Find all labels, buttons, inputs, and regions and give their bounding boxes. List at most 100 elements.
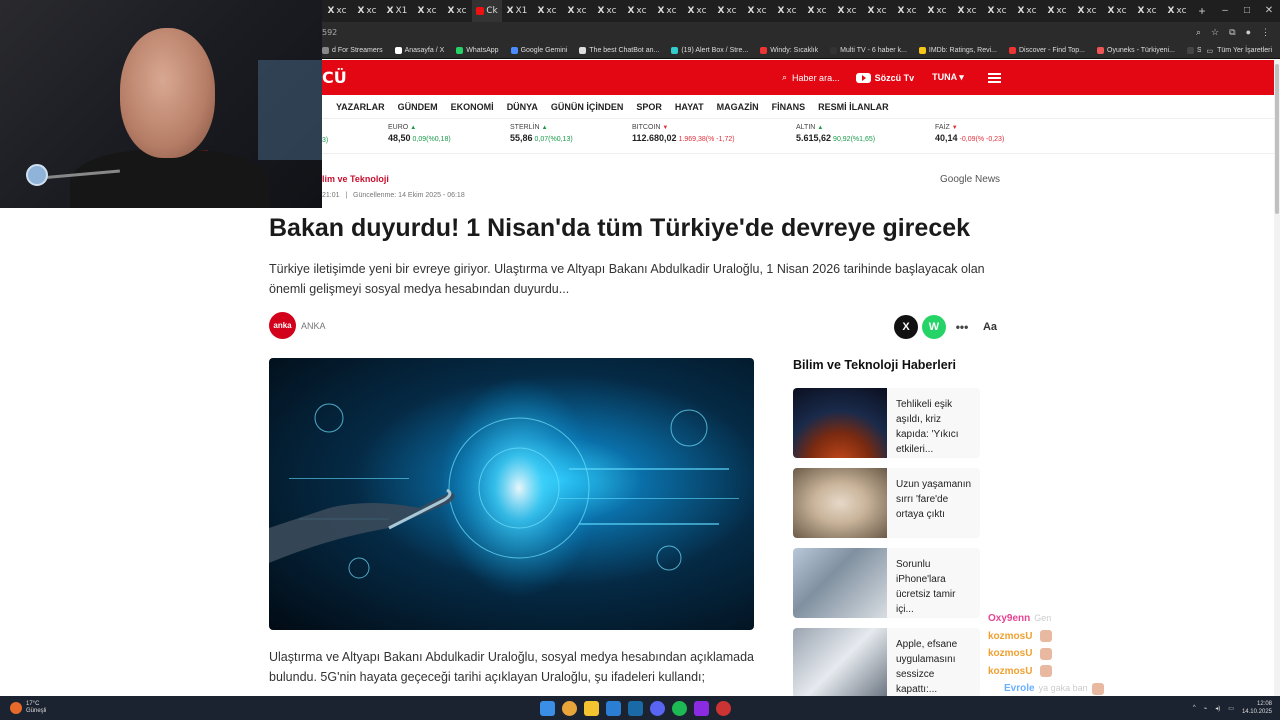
- x-share-icon[interactable]: X: [894, 315, 918, 339]
- user-menu[interactable]: TUNA ▾: [932, 72, 964, 83]
- ticker-item[interactable]: EURO ▲ 48,50 0,09(%0,18): [388, 124, 451, 143]
- site-logo[interactable]: CÜ: [322, 68, 782, 87]
- browser-tab[interactable]: Xxc: [772, 0, 802, 22]
- windows-start-icon[interactable]: [540, 700, 555, 716]
- edge-icon[interactable]: [606, 700, 621, 716]
- clock[interactable]: 12:08 14.10.2025: [1242, 700, 1272, 716]
- browser-tab[interactable]: Xxc: [592, 0, 622, 22]
- spotify-icon[interactable]: [672, 700, 687, 716]
- bookmark-item[interactable]: Oyuneks - Türkiyeni...: [1097, 46, 1175, 54]
- url-text[interactable]: 592: [322, 28, 1196, 37]
- battery-icon[interactable]: ▭: [1228, 705, 1234, 712]
- steam-icon[interactable]: [628, 700, 643, 716]
- bookmark-item[interactable]: Anasayfa / X: [394, 46, 444, 54]
- tray-chevron-icon[interactable]: ^: [1193, 705, 1196, 711]
- zoom-icon[interactable]: ⌕: [1196, 27, 1201, 38]
- browser-tab[interactable]: Xxc: [1042, 0, 1072, 22]
- browser-tab[interactable]: Xxc: [652, 0, 682, 22]
- sidebar-news-card[interactable]: Apple, efsane uygulamasını sessizce kapa…: [793, 628, 980, 698]
- speaker-icon[interactable]: ◂): [1215, 705, 1220, 712]
- browser-tab[interactable]: Xxc: [1162, 0, 1192, 22]
- nav-item[interactable]: DÜNYA: [507, 102, 538, 112]
- browser-tab[interactable]: Xxc: [982, 0, 1012, 22]
- network-icon[interactable]: ⌁: [1204, 705, 1208, 712]
- bookmark-item[interactable]: WhatsApp: [456, 46, 499, 54]
- nav-item[interactable]: RESMİ İLANLAR: [818, 102, 889, 112]
- ticker-item[interactable]: ALTIN ▲ 5.615,62 90,92(%1,65): [796, 124, 875, 143]
- scrollbar-thumb[interactable]: [1275, 64, 1279, 214]
- nav-item[interactable]: EKONOMİ: [451, 102, 494, 112]
- browser-tab[interactable]: Xxc: [412, 0, 442, 22]
- page-scrollbar[interactable]: [1274, 60, 1280, 696]
- search-button[interactable]: ⌕ Haber ara...: [782, 72, 840, 83]
- browser-tab[interactable]: Xxc: [532, 0, 562, 22]
- browser-tab[interactable]: Xxc: [352, 0, 382, 22]
- more-share-icon[interactable]: •••: [950, 315, 974, 339]
- bookmark-item[interactable]: IMDb: Ratings, Revi...: [918, 46, 997, 54]
- bookmark-item[interactable]: Windy: Sıcaklık: [760, 46, 818, 54]
- ticker-item[interactable]: STERLİN ▲ 55,86 0,07(%0,13): [510, 124, 573, 143]
- minimize-icon[interactable]: –: [1214, 0, 1236, 22]
- browser-tab[interactable]: Xxc: [832, 0, 862, 22]
- browser-tab[interactable]: Xxc: [712, 0, 742, 22]
- font-size-icon[interactable]: Aa: [978, 315, 1002, 339]
- browser-tab[interactable]: Xxc: [622, 0, 652, 22]
- bookmark-item[interactable]: d For Streamers: [322, 46, 383, 54]
- browser-tab[interactable]: Xxc: [862, 0, 892, 22]
- author-block[interactable]: anka ANKA: [269, 312, 326, 339]
- chrome-icon[interactable]: [562, 700, 577, 716]
- new-tab-button[interactable]: +: [1192, 4, 1212, 18]
- browser-tab[interactable]: Xxc: [682, 0, 712, 22]
- nav-item[interactable]: MAGAZİN: [717, 102, 759, 112]
- extensions-icon[interactable]: ⧉: [1229, 27, 1235, 38]
- nav-item[interactable]: GÜNDEM: [398, 102, 438, 112]
- discord-icon[interactable]: [650, 700, 665, 716]
- browser-tab[interactable]: Xxc: [1132, 0, 1162, 22]
- browser-tab[interactable]: Xxc: [1012, 0, 1042, 22]
- nav-item[interactable]: HAYAT: [675, 102, 704, 112]
- browser-tab[interactable]: Xxc: [802, 0, 832, 22]
- sozcu-tv-link[interactable]: Sözcü Tv: [855, 72, 914, 83]
- category-breadcrumb[interactable]: lim ve Teknoloji: [322, 174, 389, 184]
- ticker-item[interactable]: BITCOIN ▼ 112.680,02 1.969,38(% -1,72): [632, 124, 735, 143]
- ticker-item[interactable]: FAİZ ▼ 40,14 -0,09(% -0,23): [935, 124, 1004, 143]
- nav-item[interactable]: GÜNÜN İÇİNDEN: [551, 102, 624, 112]
- bookmark-item[interactable]: Multi TV - 6 haber k...: [830, 46, 907, 54]
- app-icon[interactable]: [694, 700, 709, 716]
- hamburger-menu-icon[interactable]: [987, 72, 1001, 83]
- browser-tab[interactable]: Xxc: [1102, 0, 1132, 22]
- browser-tab[interactable]: Xxc: [562, 0, 592, 22]
- menu-dots-icon[interactable]: ⋮: [1261, 27, 1270, 38]
- browser-tab[interactable]: X X1: [382, 0, 412, 22]
- browser-tab[interactable]: Xxc: [742, 0, 772, 22]
- browser-tab[interactable]: Xxc: [442, 0, 472, 22]
- google-news-link[interactable]: Google News: [940, 174, 1000, 185]
- all-bookmarks[interactable]: ▭ Tüm Yer İşaretleri: [1200, 42, 1272, 58]
- browser-tab[interactable]: X X1: [502, 0, 532, 22]
- browser-tab[interactable]: Xxc: [892, 0, 922, 22]
- bookmark-item[interactable]: The best ChatBot an...: [579, 46, 659, 54]
- profile-icon[interactable]: ●: [1246, 27, 1251, 38]
- browser-tab[interactable]: Xxc: [922, 0, 952, 22]
- settings-gear-icon[interactable]: [716, 700, 731, 716]
- nav-item[interactable]: FİNANS: [772, 102, 806, 112]
- weather-widget[interactable]: 17°C Güneşli: [0, 701, 540, 715]
- maximize-icon[interactable]: □: [1236, 0, 1258, 22]
- file-explorer-icon[interactable]: [584, 700, 599, 716]
- browser-tab[interactable]: Xxc: [1072, 0, 1102, 22]
- bookmark-item[interactable]: (19) Alert Box / Stre...: [671, 46, 748, 54]
- sidebar-news-card[interactable]: Tehlikeli eşik aşıldı, kriz kapıda: 'Yık…: [793, 388, 980, 458]
- bookmark-item[interactable]: Discover - Find Top...: [1008, 46, 1085, 54]
- sidebar-news-card[interactable]: Sorunlu iPhone'lara ücretsiz tamir içi..…: [793, 548, 980, 618]
- nav-item[interactable]: SPOR: [636, 102, 662, 112]
- nav-item[interactable]: YAZARLAR: [336, 102, 385, 112]
- browser-tab[interactable]: Ck: [472, 0, 502, 22]
- sidebar-news-card[interactable]: Uzun yaşamanın sırrı 'fare'de ortaya çık…: [793, 468, 980, 538]
- close-window-icon[interactable]: ✕: [1258, 0, 1280, 22]
- article-lead: Türkiye iletişimde yeni bir evreye giriy…: [269, 262, 985, 296]
- bookmark-item[interactable]: Google Gemini: [510, 46, 567, 54]
- browser-tab[interactable]: Xxc: [322, 0, 352, 22]
- browser-tab[interactable]: Xxc: [952, 0, 982, 22]
- whatsapp-share-icon[interactable]: W: [922, 315, 946, 339]
- bookmark-star-icon[interactable]: ☆: [1211, 27, 1219, 38]
